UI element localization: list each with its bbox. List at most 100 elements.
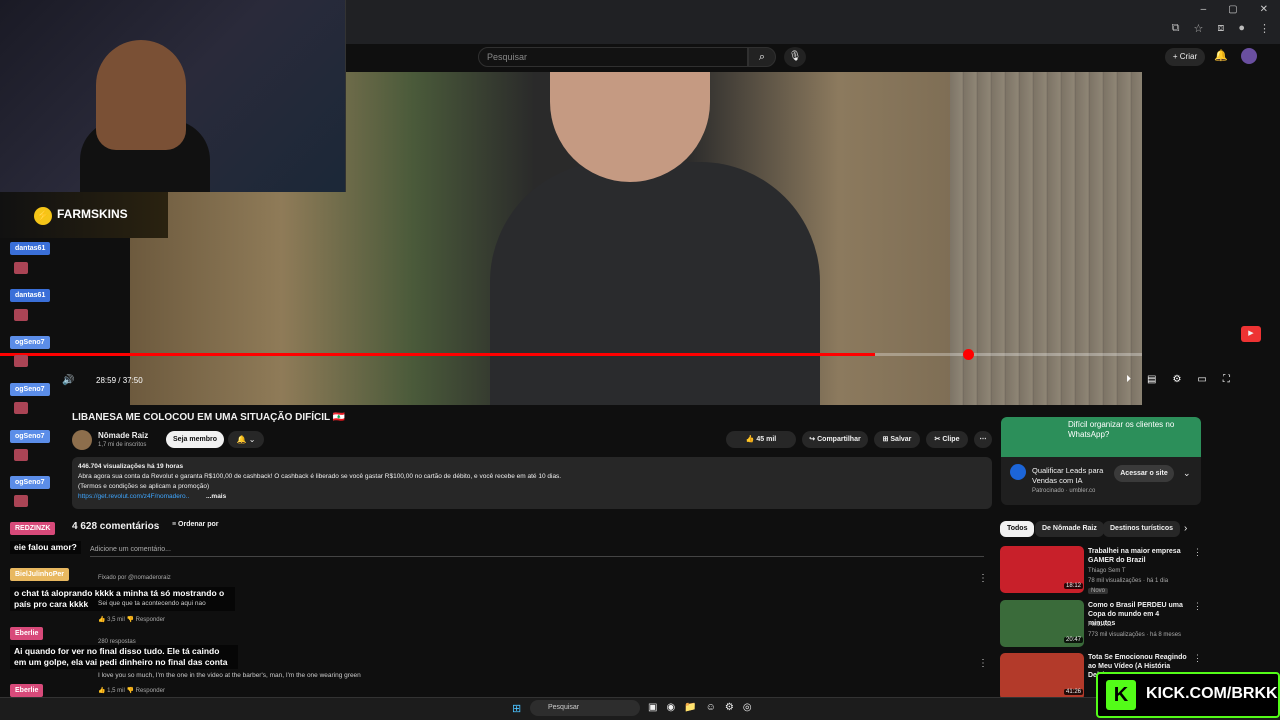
comment-like-button[interactable]: 👍 1,5 mil 👎 Responder: [98, 687, 165, 694]
chat-message: o chat tá aloprando kkkk a minha tá só m…: [10, 587, 235, 611]
clip-button[interactable]: ✂ Clipe: [926, 431, 968, 448]
share-button[interactable]: ↪ Compartilhar: [802, 431, 868, 448]
windows-start-icon[interactable]: ⊞: [512, 702, 521, 715]
chip-tourism[interactable]: Destinos turísticos: [1103, 521, 1181, 537]
save-button[interactable]: ⊞ Salvar: [874, 431, 920, 448]
fullscreen-icon[interactable]: ⛶: [1223, 374, 1230, 385]
windows-taskbar: [0, 697, 1280, 720]
like-count: 45 mil: [756, 436, 777, 443]
steam-icon[interactable]: ⚙: [725, 702, 734, 713]
video-title: LIBANESA ME COLOCOU EM UMA SITUAÇÃO DIFÍ…: [72, 412, 346, 423]
chevron-down-icon: ⌄: [248, 435, 256, 444]
rec-menu-icon[interactable]: ⋮: [1193, 601, 1202, 612]
chat-emote: [14, 355, 28, 367]
description-link[interactable]: https://get.revolut.com/z4F/nomadero..: [78, 493, 189, 500]
chat-username: REDZINZK: [10, 522, 56, 535]
chip-all[interactable]: Todos: [1000, 521, 1035, 537]
player-controls: ⏵ ▤ ⚙ ▭ ⛶: [1126, 374, 1230, 385]
chevron-down-icon[interactable]: ⌄: [1183, 468, 1191, 479]
more-actions-button[interactable]: ⋯: [974, 431, 992, 448]
comment-menu-icon[interactable]: ⋮: [978, 573, 988, 584]
close-icon[interactable]: ✕: [1260, 4, 1268, 15]
voice-search-button[interactable]: 🎙: [784, 47, 806, 67]
reply-button[interactable]: Responder: [136, 688, 165, 694]
subscription-bell-button[interactable]: 🔔 ⌄: [228, 431, 264, 448]
cast-icon[interactable]: ⧉: [1172, 22, 1180, 35]
chip-channel[interactable]: De Nômade Raiz: [1035, 521, 1104, 537]
file-explorer-icon[interactable]: 📁: [684, 702, 696, 713]
chevron-right-icon[interactable]: ›: [1184, 523, 1187, 534]
bookmark-star-icon[interactable]: ☆: [1193, 22, 1203, 35]
bell-icon: 🔔: [236, 435, 247, 444]
chat-username: dantas61: [10, 242, 51, 255]
description-more-button[interactable]: ...mais: [206, 493, 226, 500]
progress-scrubber[interactable]: [963, 349, 974, 360]
save-label: Salvar: [890, 436, 912, 443]
rec-meta: 78 mil visualizações · há 1 dia: [1088, 578, 1169, 584]
ad-title: Qualificar Leads para Vendas com IA: [1032, 466, 1104, 485]
comment-likes: 3,5 mil: [107, 617, 125, 623]
browser-toolbar: ⧉ ☆ ⧈ ● ⋮: [1172, 22, 1270, 35]
join-button[interactable]: Seja membro: [166, 431, 224, 448]
kick-logo-icon: K: [1106, 680, 1136, 710]
advertiser-icon: [1010, 464, 1026, 480]
rec-menu-icon[interactable]: ⋮: [1193, 653, 1202, 664]
chat-emote: [14, 495, 28, 507]
like-button[interactable]: 👍 45 mil: [726, 431, 796, 448]
sponsor-name: FARMSKINS: [57, 207, 128, 221]
sort-label: Ordenar por: [178, 521, 219, 528]
chat-username: ogSeno7: [10, 430, 50, 443]
chat-username: BielJulinhoPer: [10, 568, 70, 581]
channel-name[interactable]: Nômade Raiz: [98, 431, 148, 440]
comment-text: I love you so much, I'm the one in the v…: [98, 672, 361, 679]
channel-avatar[interactable]: [72, 430, 92, 450]
discord-icon[interactable]: ☺: [706, 702, 716, 713]
webcam-person-head: [96, 40, 186, 150]
rec-title[interactable]: Trabalhei na maior empresa GAMER do Braz…: [1088, 547, 1188, 565]
sort-comments-button[interactable]: ≡ Ordenar por: [172, 521, 219, 528]
obs-icon[interactable]: ◎: [743, 702, 752, 713]
rec-channel[interactable]: Fut11v11: [1088, 622, 1112, 628]
description-text: Abra agora sua conta da Revolut e garant…: [78, 473, 562, 480]
chat-emote: [14, 262, 28, 274]
window-controls: – ▢ ✕: [1201, 4, 1268, 15]
comment-like-button[interactable]: 👍 3,5 mil 👎 Responder: [98, 616, 165, 623]
ad-visit-site-button[interactable]: Acessar o site: [1114, 465, 1174, 482]
profile-icon[interactable]: ●: [1238, 22, 1245, 35]
minimize-icon[interactable]: –: [1201, 4, 1207, 15]
replies-toggle[interactable]: 280 respostas: [98, 639, 136, 645]
rec-channel[interactable]: Thiago Sem T: [1088, 568, 1126, 574]
account-avatar[interactable]: [1241, 48, 1257, 64]
create-button[interactable]: + Criar: [1165, 48, 1205, 66]
search-input[interactable]: Pesquisar: [478, 47, 748, 67]
autoplay-toggle-icon[interactable]: ⏵: [1126, 374, 1131, 385]
volume-icon[interactable]: 🔊: [62, 375, 74, 386]
search-button[interactable]: ⌕: [748, 47, 776, 67]
add-comment-input[interactable]: Adicione um comentário...: [90, 546, 984, 557]
maximize-icon[interactable]: ▢: [1228, 4, 1237, 15]
comment-likes: 1,5 mil: [107, 688, 125, 694]
theater-mode-icon[interactable]: ▭: [1197, 374, 1206, 385]
description-stats: 446.704 visualizações há 19 horas: [78, 463, 184, 470]
chat-username: ogSeno7: [10, 476, 50, 489]
more-horizontal-icon: ⋯: [979, 436, 987, 443]
reply-button[interactable]: Responder: [136, 617, 165, 623]
chat-username: ogSeno7: [10, 383, 50, 396]
menu-icon[interactable]: ⋮: [1259, 22, 1270, 35]
kick-url: KICK.COM/BRKK: [1146, 685, 1278, 702]
comment-menu-icon[interactable]: ⋮: [978, 658, 988, 669]
channel-subscribers: 1,7 mi de inscritos: [98, 442, 147, 448]
subtitles-icon[interactable]: ▤: [1147, 374, 1156, 385]
chrome-icon[interactable]: ◉: [666, 702, 675, 713]
youtube-logo-icon: ▶: [1241, 326, 1261, 342]
ad-banner-text: Difícil organizar os clientes no WhatsAp…: [1068, 420, 1175, 439]
settings-gear-icon[interactable]: ⚙: [1172, 374, 1181, 385]
task-view-icon[interactable]: ▣: [648, 702, 657, 713]
description-box[interactable]: [72, 457, 992, 509]
rec-menu-icon[interactable]: ⋮: [1193, 547, 1202, 558]
extensions-icon[interactable]: ⧈: [1217, 22, 1224, 35]
chat-username: dantas61: [10, 289, 51, 302]
taskbar-search[interactable]: Pesquisar: [530, 700, 640, 716]
video-side-pad: [1142, 72, 1280, 405]
notifications-bell-icon[interactable]: 🔔: [1214, 49, 1228, 62]
